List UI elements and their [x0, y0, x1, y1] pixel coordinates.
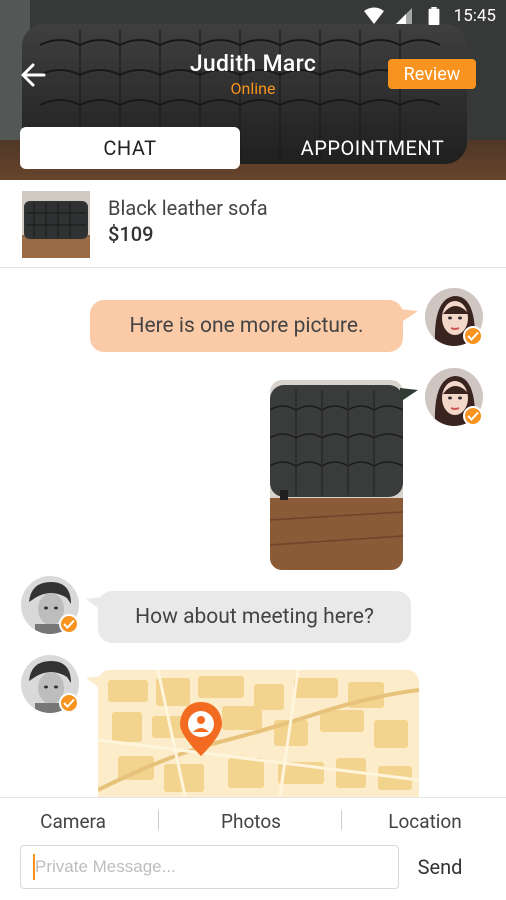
message-list[interactable]: Here is one more picture. How about meet…: [0, 269, 506, 797]
message-bubble-incoming: How about meeting here?: [98, 591, 411, 643]
review-button[interactable]: Review: [388, 59, 476, 89]
product-thumbnail: [22, 191, 90, 258]
verified-badge-icon: [463, 406, 483, 426]
send-button[interactable]: Send: [405, 848, 475, 886]
bubble-tail: [400, 388, 418, 402]
product-name: Black leather sofa: [108, 196, 268, 220]
message-input[interactable]: [20, 845, 399, 889]
divider: [158, 810, 159, 830]
verified-badge-icon: [59, 693, 79, 713]
verified-badge-icon: [59, 614, 79, 634]
message-text: Here is one more picture.: [129, 314, 364, 338]
divider: [341, 810, 342, 830]
message-text: How about meeting here?: [135, 605, 374, 629]
text-cursor: [33, 854, 35, 880]
status-time: 15:45: [453, 6, 496, 26]
product-summary[interactable]: Black leather sofa $109: [0, 180, 506, 268]
location-button[interactable]: Location: [370, 808, 480, 834]
message-bubble-outgoing: Here is one more picture.: [90, 300, 403, 352]
wifi-icon: [363, 7, 384, 24]
composer-bar: Camera Photos Location Send: [0, 797, 506, 900]
message-image-sofa[interactable]: [270, 380, 403, 570]
photos-button[interactable]: Photos: [196, 808, 306, 834]
verified-badge-icon: [463, 326, 483, 346]
message-location-map[interactable]: [98, 670, 419, 797]
chat-header: 15:45 Judith Marc Online Review CHAT APP…: [0, 0, 506, 180]
tab-chat[interactable]: CHAT: [20, 127, 240, 169]
tab-appointment[interactable]: APPOINTMENT: [260, 127, 485, 169]
status-bar: 15:45: [0, 0, 506, 32]
bubble-tail: [400, 309, 418, 323]
camera-button[interactable]: Camera: [18, 808, 128, 834]
chat-screen: 15:45 Judith Marc Online Review CHAT APP…: [0, 0, 506, 900]
battery-icon: [428, 7, 440, 25]
product-price: $109: [108, 222, 154, 246]
signal-icon: [395, 8, 412, 24]
